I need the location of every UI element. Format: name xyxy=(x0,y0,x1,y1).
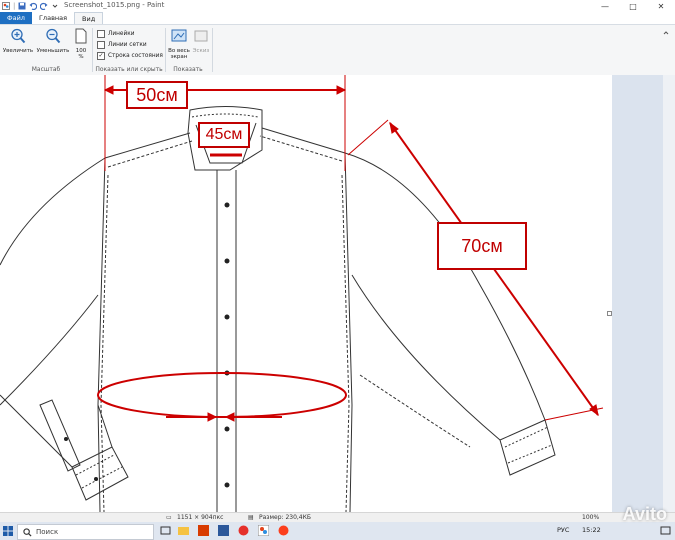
search-icon xyxy=(23,527,32,537)
word-icon[interactable] xyxy=(218,525,229,536)
quick-access-toolbar: | xyxy=(2,1,59,11)
shirt-outline xyxy=(0,106,556,512)
resize-handle[interactable] xyxy=(607,311,612,316)
ribbon: Увеличить Уменьшить 100 % Масштаб Показа… xyxy=(0,24,675,76)
shirt-buttons xyxy=(64,202,230,488)
window-controls: — □ ✕ xyxy=(591,0,675,12)
zoom-100-button[interactable]: 100 % xyxy=(72,28,90,60)
windows-start-icon[interactable] xyxy=(3,526,13,536)
close-button[interactable]: ✕ xyxy=(647,0,675,12)
rulers-checkbox-box[interactable] xyxy=(97,30,105,38)
search-placeholder: Поиск xyxy=(36,528,59,536)
file-size: Размер: 230,4КБ xyxy=(259,514,311,521)
explorer-icon[interactable] xyxy=(178,525,189,536)
redo-icon[interactable] xyxy=(40,2,48,10)
ribbon-tabs: Файл Главная Вид xyxy=(0,12,675,24)
thumbnail-icon xyxy=(194,30,208,42)
display-group-label: Показать xyxy=(173,66,203,73)
tab-view[interactable]: Вид xyxy=(74,12,104,24)
shirt-button xyxy=(224,314,230,320)
file-size-icon: ▤ xyxy=(248,514,254,521)
minimize-button[interactable]: — xyxy=(591,0,619,12)
yandex-icon[interactable] xyxy=(278,525,289,536)
zoom-level: 100% xyxy=(582,514,600,521)
zoom-group: Увеличить Уменьшить 100 % Масштаб xyxy=(0,25,92,75)
qat-separator: | xyxy=(13,2,16,10)
selection-size-icon: ▭ xyxy=(166,514,172,521)
avito-watermark: Avito xyxy=(622,504,667,524)
fullscreen-label-2: экран xyxy=(170,54,188,60)
ribbon-separator xyxy=(212,28,213,72)
zoom-out-label: Уменьшить xyxy=(36,48,70,54)
zoom-100-label-2: % xyxy=(78,54,84,60)
shoulder-width-label: 50см xyxy=(126,81,188,109)
zoom-group-label: Масштаб xyxy=(31,66,61,73)
zoom-in-label: Увеличить xyxy=(2,48,34,54)
show-hide-group-label: Показать или скрыть xyxy=(95,66,163,73)
fullscreen-button[interactable]: Во весь экран xyxy=(168,28,190,60)
display-group: Во весь экран Эскиз Показать xyxy=(166,25,210,75)
rulers-checkbox[interactable]: Линейки xyxy=(97,30,135,38)
statusbar-label: Строка состояния xyxy=(108,53,163,59)
clock[interactable]: 15:22 xyxy=(582,526,601,534)
zoom-out-icon xyxy=(46,28,61,44)
chest-ellipse xyxy=(97,372,347,418)
paint-app-icon xyxy=(2,2,10,10)
shirt-button xyxy=(224,202,230,208)
shirt-button xyxy=(64,437,68,441)
workspace: 50см 45см 70см xyxy=(0,75,675,512)
task-view-icon[interactable] xyxy=(160,525,171,536)
ribbon-collapse-chevron-icon[interactable] xyxy=(662,29,670,37)
image-dimensions: 1151 × 904пкс xyxy=(177,514,224,521)
sleeve-guide-lines xyxy=(347,119,604,421)
paint-taskbar-icon[interactable] xyxy=(258,525,269,536)
thumbnail-label: Эскиз xyxy=(192,48,210,54)
shirt-button xyxy=(224,426,230,432)
zoom-in-button[interactable]: Увеличить xyxy=(2,28,34,54)
shirt-button xyxy=(224,482,230,488)
gridlines-label: Линии сетки xyxy=(108,42,147,48)
rulers-label: Линейки xyxy=(108,31,135,37)
gridlines-checkbox[interactable]: Линии сетки xyxy=(97,41,147,49)
notifications-icon[interactable] xyxy=(660,525,671,536)
vertical-scrollbar[interactable] xyxy=(663,75,675,512)
document-icon xyxy=(75,28,87,44)
tab-file[interactable]: Файл xyxy=(0,12,32,24)
image-canvas[interactable]: 50см 45см 70см xyxy=(0,75,612,512)
taskbar-search[interactable]: Поиск xyxy=(17,524,154,540)
zoom-out-button[interactable]: Уменьшить xyxy=(36,28,70,54)
shirt-button xyxy=(224,258,230,264)
maximize-button[interactable]: □ xyxy=(619,0,647,12)
statusbar-checkbox-box[interactable]: ✓ xyxy=(97,52,105,60)
statusbar-checkbox[interactable]: ✓ Строка состояния xyxy=(97,52,163,60)
measurement-annotations xyxy=(97,75,604,422)
shirt-drawing xyxy=(0,75,604,512)
save-icon[interactable] xyxy=(18,2,26,10)
browser-icon[interactable] xyxy=(238,525,249,536)
tab-home[interactable]: Главная xyxy=(32,12,74,24)
title-bar: | Screenshot_1015.png - Paint — □ ✕ xyxy=(0,0,675,12)
gridlines-checkbox-box[interactable] xyxy=(97,41,105,49)
customize-qat-chevron-icon[interactable] xyxy=(51,2,59,10)
sleeve-length-label: 70см xyxy=(437,222,527,270)
shirt-button xyxy=(94,477,98,481)
zoom-in-icon xyxy=(11,28,26,44)
language-indicator[interactable]: РУС xyxy=(557,526,569,534)
fullscreen-icon xyxy=(171,29,187,42)
window-title: Screenshot_1015.png - Paint xyxy=(64,1,165,9)
collar-size-label: 45см xyxy=(198,122,250,148)
thumbnail-button[interactable]: Эскиз xyxy=(192,28,210,54)
undo-icon[interactable] xyxy=(29,2,38,10)
taskbar: Поиск РУС 15:22 xyxy=(0,522,675,540)
office-icon[interactable] xyxy=(198,525,209,536)
